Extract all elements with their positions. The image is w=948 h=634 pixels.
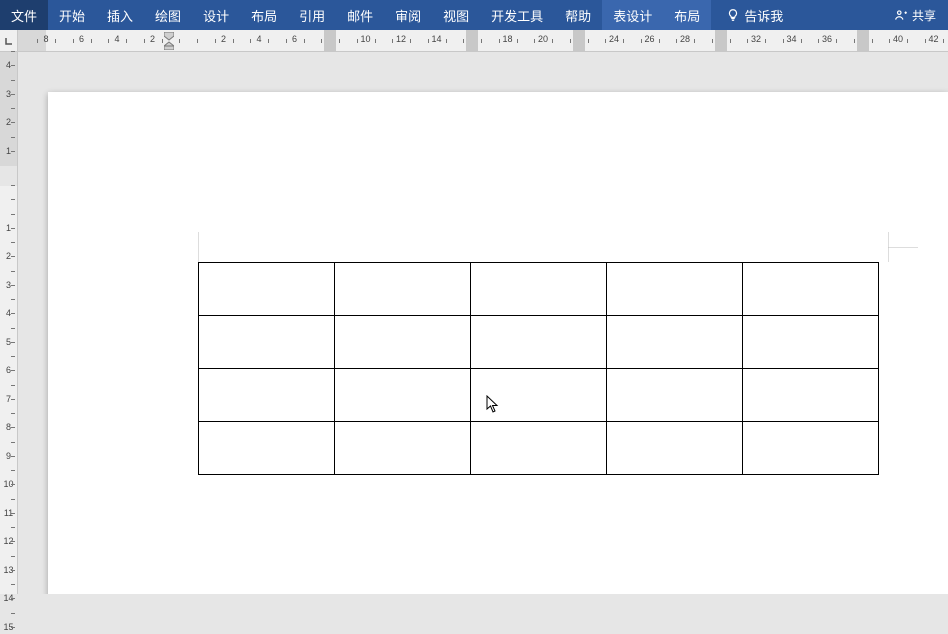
tab-stop-icon bbox=[4, 36, 14, 46]
table-row bbox=[199, 316, 879, 369]
indent-marker-icon bbox=[164, 32, 174, 50]
share-button[interactable]: 共享 bbox=[882, 0, 948, 30]
canvas-area[interactable] bbox=[18, 52, 948, 594]
ruler-v-tick: 8 bbox=[0, 420, 17, 434]
menubar-spacer bbox=[794, 0, 882, 30]
ruler-v-tick: 1 bbox=[0, 221, 17, 235]
ruler-v-tick: 4 bbox=[0, 58, 17, 72]
tab-review[interactable]: 审阅 bbox=[384, 0, 432, 30]
table-cell[interactable] bbox=[471, 316, 607, 369]
ruler-v-tick bbox=[0, 192, 17, 206]
ruler-v-tick: 3 bbox=[0, 278, 17, 292]
table-cell[interactable] bbox=[335, 316, 471, 369]
tab-help[interactable]: 帮助 bbox=[554, 0, 602, 30]
table-cell[interactable] bbox=[607, 263, 743, 316]
ruler-v-tick: 9 bbox=[0, 449, 17, 463]
ruler-v-tick: 4 bbox=[0, 306, 17, 320]
ruler-v-tick: 7 bbox=[0, 392, 17, 406]
tab-draw[interactable]: 绘图 bbox=[144, 0, 192, 30]
table-cell[interactable] bbox=[471, 422, 607, 475]
ruler-v-tick: 3 bbox=[0, 87, 17, 101]
ruler-v-tick: 5 bbox=[0, 335, 17, 349]
table-cell[interactable] bbox=[607, 369, 743, 422]
ruler-h-shade bbox=[573, 30, 585, 51]
table-cell[interactable] bbox=[335, 369, 471, 422]
lightbulb-icon bbox=[726, 8, 740, 22]
ruler-h-shade bbox=[715, 30, 727, 51]
tab-mailings[interactable]: 邮件 bbox=[336, 0, 384, 30]
tab-design[interactable]: 设计 bbox=[192, 0, 240, 30]
ruler-v-tick: 13 bbox=[0, 563, 17, 577]
workspace: 4321123456789101112131415 bbox=[0, 52, 948, 594]
horizontal-ruler[interactable]: 8642246810121416182022242628303234363840… bbox=[18, 30, 948, 52]
ruler-v-tick: 2 bbox=[0, 115, 17, 129]
ruler-h-ticks: 8642246810121416182022242628303234363840… bbox=[46, 30, 948, 51]
table-cell[interactable] bbox=[743, 369, 879, 422]
ruler-v-tick: 11 bbox=[0, 506, 17, 520]
tab-insert[interactable]: 插入 bbox=[96, 0, 144, 30]
table-cell[interactable] bbox=[199, 316, 335, 369]
tab-file[interactable]: 文件 bbox=[0, 0, 48, 30]
tab-home[interactable]: 开始 bbox=[48, 0, 96, 30]
ruler-origin[interactable] bbox=[0, 30, 18, 52]
tab-tablelayout[interactable]: 布局 bbox=[663, 0, 711, 30]
person-share-icon bbox=[894, 8, 908, 22]
ruler-v-tick: 15 bbox=[0, 620, 17, 634]
table-cell[interactable] bbox=[743, 316, 879, 369]
ruler-v-tick: 10 bbox=[0, 477, 17, 491]
table-cell[interactable] bbox=[335, 422, 471, 475]
tab-layout[interactable]: 布局 bbox=[240, 0, 288, 30]
ruler-v-tick: 6 bbox=[0, 363, 17, 377]
document-page[interactable] bbox=[48, 92, 948, 594]
ruler-v-tick: 14 bbox=[0, 591, 17, 605]
tab-references[interactable]: 引用 bbox=[288, 0, 336, 30]
ruler-v-tick: 1 bbox=[0, 144, 17, 158]
table-cell[interactable] bbox=[335, 263, 471, 316]
tell-me[interactable]: 告诉我 bbox=[715, 0, 794, 30]
table-cell[interactable] bbox=[743, 263, 879, 316]
tell-me-label: 告诉我 bbox=[744, 6, 783, 25]
document-table[interactable] bbox=[198, 262, 879, 475]
table-cell[interactable] bbox=[471, 263, 607, 316]
tab-view[interactable]: 视图 bbox=[432, 0, 480, 30]
margin-guide-left bbox=[198, 232, 199, 262]
table-cell[interactable] bbox=[199, 263, 335, 316]
indent-marker[interactable] bbox=[164, 32, 174, 50]
table-row bbox=[199, 263, 879, 316]
ribbon-menubar: 文件 开始 插入 绘图 设计 布局 引用 邮件 审阅 视图 开发工具 帮助 表设… bbox=[0, 0, 948, 30]
ruler-margin-left bbox=[18, 30, 46, 51]
ruler-h-shade bbox=[324, 30, 336, 51]
table-cell[interactable] bbox=[743, 422, 879, 475]
table-cell[interactable] bbox=[471, 369, 607, 422]
tab-tabledesign[interactable]: 表设计 bbox=[602, 0, 663, 30]
ruler-h-shade bbox=[857, 30, 869, 51]
table-cell[interactable] bbox=[607, 316, 743, 369]
ruler-v-gap bbox=[0, 166, 17, 186]
vertical-ruler[interactable]: 4321123456789101112131415 bbox=[0, 52, 18, 594]
table-cell[interactable] bbox=[199, 422, 335, 475]
table-row bbox=[199, 369, 879, 422]
ruler-v-tick: 12 bbox=[0, 534, 17, 548]
margin-guide-top bbox=[888, 247, 918, 248]
ruler-h-shade bbox=[466, 30, 478, 51]
tab-developer[interactable]: 开发工具 bbox=[480, 0, 554, 30]
share-label: 共享 bbox=[912, 7, 936, 24]
table-row bbox=[199, 422, 879, 475]
ruler-v-tick: 2 bbox=[0, 249, 17, 263]
table-cell[interactable] bbox=[607, 422, 743, 475]
table-cell[interactable] bbox=[199, 369, 335, 422]
